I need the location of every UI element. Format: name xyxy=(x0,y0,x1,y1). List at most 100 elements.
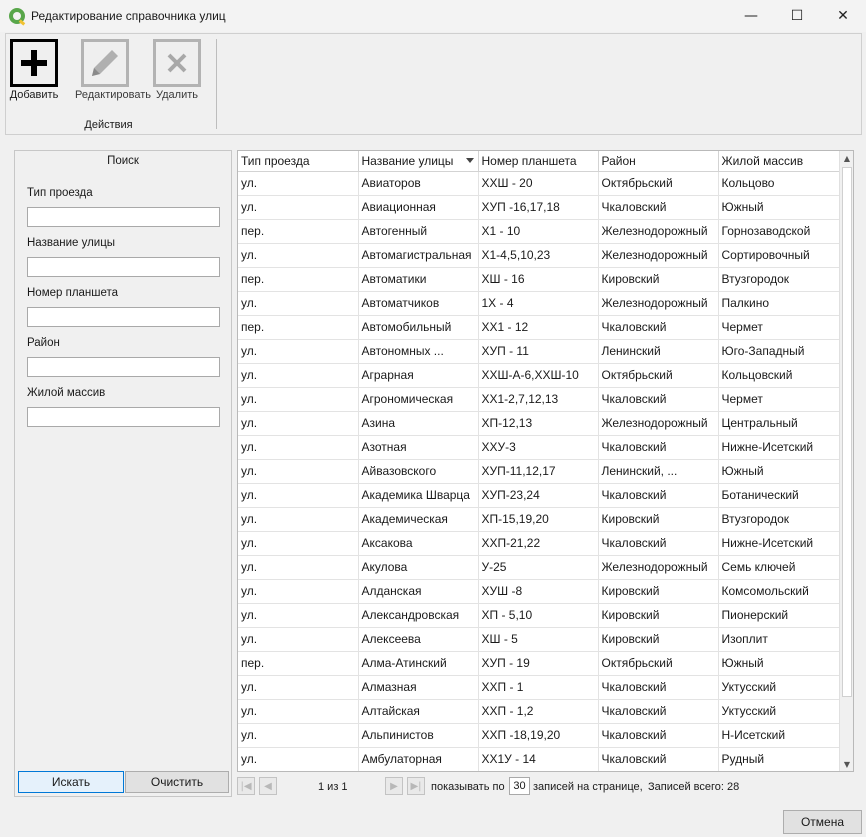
table-cell: ул. xyxy=(238,579,359,604)
delete-button-label: Удалить xyxy=(156,89,198,101)
delete-button[interactable]: Удалить xyxy=(147,39,207,101)
column-header-road-type[interactable]: Тип проезда xyxy=(238,151,359,172)
table-row[interactable]: ул. Акулова У-25 Железнодорожный Семь ключей xyxy=(238,555,840,580)
cancel-button[interactable]: Отмена xyxy=(783,810,862,834)
x-icon xyxy=(153,39,201,87)
table-cell: Академическая xyxy=(358,507,479,532)
page-size-input[interactable]: 30 xyxy=(509,777,530,795)
district-input[interactable] xyxy=(27,357,220,377)
table-row[interactable]: ул. Алексеева ХШ - 5 Кировский Изоплит xyxy=(238,627,840,652)
table-cell: ХХП-21,22 xyxy=(478,531,599,556)
table-cell: Азотная xyxy=(358,435,479,460)
column-header-residential-area[interactable]: Жилой массив xyxy=(718,151,840,172)
table-cell: Александровская xyxy=(358,603,479,628)
column-header-district[interactable]: Район xyxy=(598,151,719,172)
table-row[interactable]: ул. Альпинистов ХХП -18,19,20 Чкаловский Н-И… xyxy=(238,723,840,748)
table-row[interactable]: пер. Алма-Атинский ХУП - 19 Октябрьский Южны… xyxy=(238,651,840,676)
table-row[interactable]: ул. Алданская ХУШ -8 Кировский Комсомольский xyxy=(238,579,840,604)
table-row[interactable]: ул. Автономных ... ХУП - 11 Ленинский Юго-За… xyxy=(238,339,840,364)
table-row[interactable]: пер. Автомобильный ХХ1 - 12 Чкаловский Черме… xyxy=(238,315,840,340)
table-cell: Октябрьский xyxy=(598,363,719,388)
table-cell: ХП-15,19,20 xyxy=(478,507,599,532)
previous-page-icon[interactable]: ◀ xyxy=(259,777,277,795)
table-cell: Алмазная xyxy=(358,675,479,700)
residential-area-input[interactable] xyxy=(27,407,220,427)
table-cell: ул. xyxy=(238,603,359,628)
table-cell: Южный xyxy=(718,195,840,220)
table-cell: Авиационная xyxy=(358,195,479,220)
table-cell: Айвазовского xyxy=(358,459,479,484)
table-row[interactable]: ул. Азина ХП-12,13 Железнодорожный Центральн… xyxy=(238,411,840,436)
table-row[interactable]: ул. Айвазовского ХУП-11,12,17 Ленинский, ..… xyxy=(238,459,840,484)
table-row[interactable]: ул. Азотная ХХУ-3 Чкаловский Нижне-Исетский xyxy=(238,435,840,460)
table-cell: ХХ1У - 14 xyxy=(478,747,599,771)
maximize-button[interactable]: ☐ xyxy=(774,0,820,32)
table-cell: Втузгородок xyxy=(718,507,840,532)
table-cell: Кировский xyxy=(598,267,719,292)
column-header-street-name[interactable]: Название улицы xyxy=(358,151,479,172)
table-cell: Чкаловский xyxy=(598,699,719,724)
close-button[interactable]: ✕ xyxy=(820,0,866,32)
table-cell: ул. xyxy=(238,627,359,652)
next-page-icon[interactable]: ▶ xyxy=(385,777,403,795)
table-row[interactable]: ул. Александровская ХП - 5,10 Кировский Пион… xyxy=(238,603,840,628)
table-row[interactable]: ул. Аграрная ХХШ-А-6,ХХШ-10 Октябрьский Коль… xyxy=(238,363,840,388)
search-button[interactable]: Искать xyxy=(18,771,124,793)
table-cell: Кировский xyxy=(598,603,719,628)
table-row[interactable]: ул. Авиационная ХУП -16,17,18 Чкаловский Южн… xyxy=(238,195,840,220)
pencil-icon xyxy=(81,39,129,87)
table-cell: Алтайская xyxy=(358,699,479,724)
street-name-label: Название улицы xyxy=(27,237,116,249)
table-cell: Центральный xyxy=(718,411,840,436)
scrollbar-thumb[interactable] xyxy=(842,167,852,697)
sort-descending-icon xyxy=(465,158,474,163)
table-cell: Автомагистральная xyxy=(358,243,479,268)
edit-button[interactable]: Редактировать xyxy=(75,39,151,101)
table-cell: ХУП-23,24 xyxy=(478,483,599,508)
table-row[interactable]: ул. Амбулаторная ХХ1У - 14 Чкаловский Рудный xyxy=(238,747,840,771)
table-cell: ул. xyxy=(238,435,359,460)
table-cell: Октябрьский xyxy=(598,651,719,676)
vertical-scrollbar[interactable]: ▲ ▼ xyxy=(839,151,853,771)
table-cell: Комсомольский xyxy=(718,579,840,604)
table-cell: Железнодорожный xyxy=(598,219,719,244)
table-cell: ул. xyxy=(238,555,359,580)
scroll-down-icon[interactable]: ▼ xyxy=(840,757,853,771)
column-header-tablet-number[interactable]: Номер планшета xyxy=(478,151,599,172)
table-cell: Чермет xyxy=(718,387,840,412)
table-cell: Ленинский, ... xyxy=(598,459,719,484)
table-row[interactable]: ул. Аксакова ХХП-21,22 Чкаловский Нижне-Исет… xyxy=(238,531,840,556)
clear-button[interactable]: Очистить xyxy=(125,771,229,793)
table-row[interactable]: ул. Алтайская ХХП - 1,2 Чкаловский Уктусский xyxy=(238,699,840,724)
add-button[interactable]: Добавить xyxy=(4,39,64,101)
tablet-number-input[interactable] xyxy=(27,307,220,327)
table-cell: пер. xyxy=(238,651,359,676)
table-cell: Южный xyxy=(718,651,840,676)
table-row[interactable]: ул. Авиаторов ХХШ - 20 Октябрьский Кольцово xyxy=(238,171,840,196)
table-cell: Уктусский xyxy=(718,675,840,700)
table-cell: Аграрная xyxy=(358,363,479,388)
road-type-input[interactable] xyxy=(27,207,220,227)
table-cell: Автоматики xyxy=(358,267,479,292)
table-cell: Октябрьский xyxy=(598,171,719,196)
table-row[interactable]: ул. Автомагистральная Х1-4,5,10,23 Железнод… xyxy=(238,243,840,268)
table-row[interactable]: пер. Автоматики ХШ - 16 Кировский Втузгородо… xyxy=(238,267,840,292)
first-page-icon[interactable]: |◀ xyxy=(237,777,255,795)
road-type-label: Тип проезда xyxy=(27,187,93,199)
table-row[interactable]: ул. Академическая ХП-15,19,20 Кировский Втуз… xyxy=(238,507,840,532)
toolbar-separator xyxy=(216,39,217,129)
table-row[interactable]: пер. Автогенный Х1 - 10 Железнодорожный Горн… xyxy=(238,219,840,244)
scroll-up-icon[interactable]: ▲ xyxy=(840,151,853,165)
street-name-input[interactable] xyxy=(27,257,220,277)
table-cell: ул. xyxy=(238,387,359,412)
table-row[interactable]: ул. Агрономическая ХХ1-2,7,12,13 Чкаловский… xyxy=(238,387,840,412)
table-row[interactable]: ул. Автоматчиков 1Х - 4 Железнодорожный Палк… xyxy=(238,291,840,316)
table-row[interactable]: ул. Академика Шварца ХУП-23,24 Чкаловский Бо… xyxy=(238,483,840,508)
table-cell: Н-Исетский xyxy=(718,723,840,748)
last-page-icon[interactable]: ▶| xyxy=(407,777,425,795)
table-row[interactable]: ул. Алмазная ХХП - 1 Чкаловский Уктусский xyxy=(238,675,840,700)
table-cell: 1Х - 4 xyxy=(478,291,599,316)
minimize-button[interactable]: — xyxy=(728,0,774,32)
table-cell: пер. xyxy=(238,267,359,292)
pagination-bar: |◀ ◀ 1 из 1 ▶ ▶| показывать по 30 записе… xyxy=(237,776,854,798)
